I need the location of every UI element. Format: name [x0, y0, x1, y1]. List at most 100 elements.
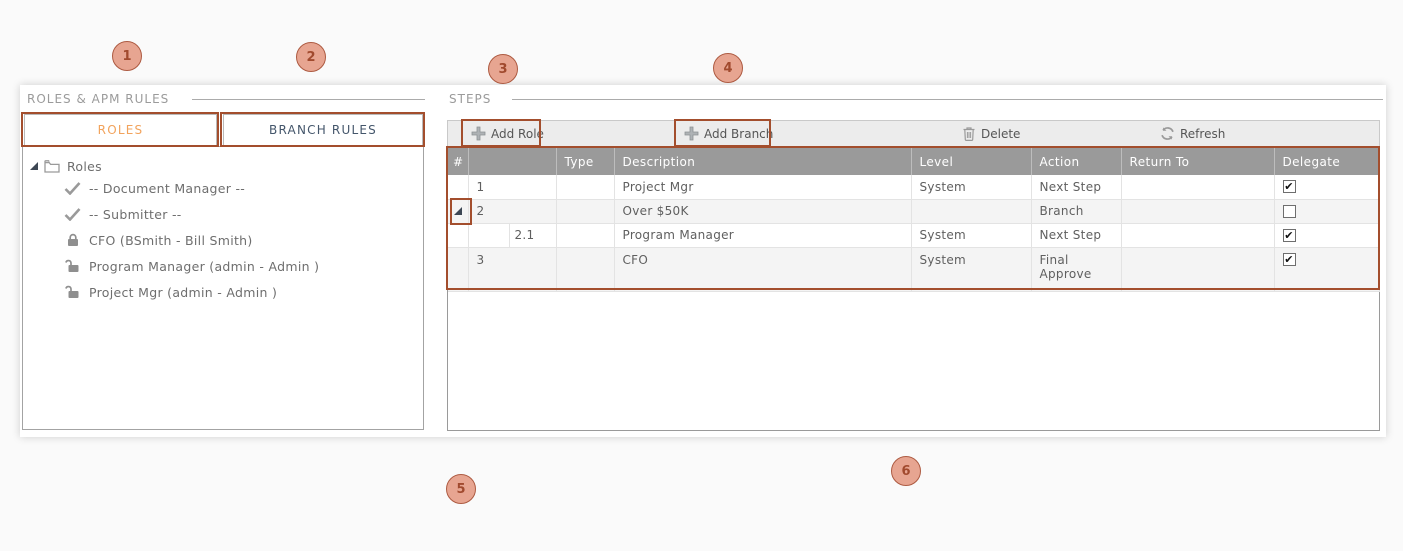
delegate-checkbox[interactable]: ✔ — [1282, 204, 1296, 218]
cell-return-to — [1121, 175, 1275, 200]
col-header-type[interactable]: Type — [556, 148, 615, 175]
table-header-row: # Type Description Level Action Return T… — [448, 148, 1380, 175]
refresh-icon — [1160, 126, 1175, 141]
lock-closed-icon — [64, 233, 81, 247]
tree-item-document-manager[interactable]: -- Document Manager -- — [23, 177, 423, 199]
add-role-label: Add Role — [491, 126, 544, 141]
delegate-checkbox[interactable]: ✔ — [1282, 252, 1296, 266]
tab-branch-rules[interactable]: BRANCH RULES — [223, 114, 423, 146]
roles-title-rule — [192, 99, 425, 100]
add-role-button[interactable]: Add Role — [471, 121, 544, 146]
cell-description: Project Mgr — [614, 175, 912, 200]
cell-level: System — [911, 247, 1032, 292]
roles-section-title: ROLES & APM RULES — [27, 92, 170, 106]
cell-num: 3 — [468, 247, 557, 292]
row-expander-cell — [448, 223, 469, 248]
col-header-action[interactable]: Action — [1031, 148, 1122, 175]
cell-delegate: ✔ — [1274, 199, 1380, 224]
tree-root-roles[interactable]: Roles — [23, 155, 423, 177]
tree-item-submitter[interactable]: -- Submitter -- — [23, 203, 423, 225]
checkmark-icon: ✔ — [1284, 252, 1294, 266]
tree-expander-icon[interactable] — [30, 162, 38, 170]
row-expander-cell — [448, 199, 469, 224]
cell-level — [911, 199, 1032, 224]
refresh-button[interactable]: Refresh — [1160, 121, 1225, 146]
tab-roles[interactable]: ROLES — [24, 114, 217, 146]
steps-title-rule — [512, 99, 1383, 100]
annotation-badge-3: 3 — [488, 54, 518, 84]
annotation-badge-4: 4 — [713, 53, 743, 83]
lock-open-icon — [64, 259, 81, 273]
tree-item-label: Project Mgr (admin - Admin ) — [89, 284, 278, 300]
cell-delegate: ✔ — [1274, 247, 1380, 292]
cell-action: Final Approve — [1031, 247, 1122, 292]
checkmark-icon: ✔ — [1284, 228, 1294, 242]
annotation-badge-2: 2 — [296, 42, 326, 72]
row-expander-cell — [448, 175, 469, 200]
folder-icon — [44, 159, 60, 173]
tree-item-cfo[interactable]: CFO (BSmith - Bill Smith) — [23, 229, 423, 251]
cell-type — [556, 223, 615, 248]
tree-item-label: -- Submitter -- — [89, 206, 182, 222]
tree-item-label: Program Manager (admin - Admin ) — [89, 258, 320, 274]
table-row-1[interactable]: 1 Project Mgr System Next Step ✔ — [448, 175, 1380, 200]
plus-icon — [684, 126, 699, 141]
cell-num: 2.1 — [468, 223, 557, 248]
cell-num: 1 — [468, 175, 557, 200]
cell-type — [556, 199, 615, 224]
refresh-label: Refresh — [1180, 126, 1226, 141]
add-branch-button[interactable]: Add Branch — [684, 121, 773, 146]
delegate-checkbox[interactable]: ✔ — [1282, 180, 1296, 194]
delegate-checkbox[interactable]: ✔ — [1282, 228, 1296, 242]
tab-branch-rules-label: BRANCH RULES — [269, 123, 377, 137]
cell-description: CFO — [614, 247, 912, 292]
table-row-2[interactable]: 2 Over $50K Branch ✔ — [448, 199, 1380, 224]
cell-return-to — [1121, 199, 1275, 224]
tree-item-label: CFO (BSmith - Bill Smith) — [89, 232, 253, 248]
row-expander-icon[interactable] — [453, 207, 462, 215]
col-header-number[interactable]: # — [448, 148, 469, 175]
cell-action: Next Step — [1031, 223, 1122, 248]
checkmark-icon: ✔ — [1284, 180, 1294, 194]
col-header-delegate[interactable]: Delegate — [1274, 148, 1380, 175]
cell-description: Program Manager — [614, 223, 912, 248]
cell-return-to — [1121, 223, 1275, 248]
tab-roles-label: ROLES — [97, 123, 144, 137]
delete-label: Delete — [981, 126, 1021, 141]
cell-action: Branch — [1031, 199, 1122, 224]
indent-guide — [508, 223, 510, 247]
cell-return-to — [1121, 247, 1275, 292]
cell-type — [556, 247, 615, 292]
col-header-description[interactable]: Description — [614, 148, 912, 175]
plus-icon — [471, 126, 486, 141]
row-expander-cell — [448, 247, 469, 292]
trash-icon — [962, 126, 976, 141]
tree-item-label: -- Document Manager -- — [89, 180, 246, 196]
check-icon — [64, 181, 81, 195]
col-header-number-span[interactable] — [468, 148, 557, 175]
col-header-level[interactable]: Level — [911, 148, 1032, 175]
steps-section-title: STEPS — [449, 92, 492, 106]
delete-button[interactable]: Delete — [962, 121, 1020, 146]
steps-toolbar: Add Role Add Branch Delete Refresh — [447, 120, 1380, 147]
tree-item-program-manager[interactable]: Program Manager (admin - Admin ) — [23, 255, 423, 277]
cell-num: 2 — [468, 199, 557, 224]
add-branch-label: Add Branch — [704, 126, 774, 141]
cell-delegate: ✔ — [1274, 175, 1380, 200]
cell-level: System — [911, 223, 1032, 248]
cell-level: System — [911, 175, 1032, 200]
cell-type — [556, 175, 615, 200]
cell-description: Over $50K — [614, 199, 912, 224]
steps-panel: Add Role Add Branch Delete Refresh # Typ… — [447, 120, 1380, 431]
annotation-badge-6: 6 — [891, 456, 921, 486]
col-header-return-to[interactable]: Return To — [1121, 148, 1275, 175]
lock-open-icon — [64, 285, 81, 299]
annotation-badge-1: 1 — [112, 41, 142, 71]
steps-table: # Type Description Level Action Return T… — [448, 148, 1380, 292]
tree-item-project-mgr[interactable]: Project Mgr (admin - Admin ) — [23, 281, 423, 303]
cell-delegate: ✔ — [1274, 223, 1380, 248]
tree-root-label: Roles — [67, 158, 102, 174]
table-row-2-1[interactable]: 2.1 Program Manager System Next Step ✔ — [448, 223, 1380, 248]
table-row-3[interactable]: 3 CFO System Final Approve ✔ — [448, 247, 1380, 292]
steps-grid: # Type Description Level Action Return T… — [447, 147, 1380, 431]
